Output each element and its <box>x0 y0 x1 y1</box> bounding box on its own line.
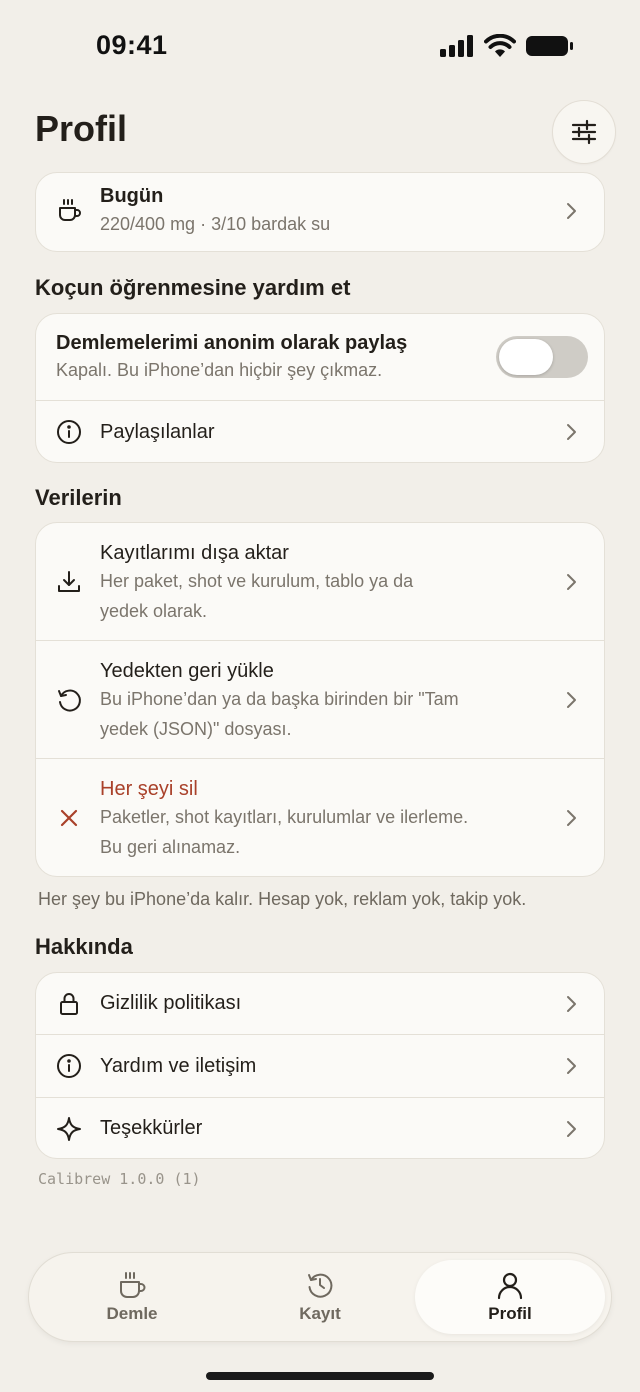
today-row[interactable]: Bugün 220/400 mg · 3/10 bardak su <box>36 173 604 251</box>
shared-items-label: Paylaşılanlar <box>100 421 215 443</box>
delete-all-title: Her şeyi sil <box>100 778 198 800</box>
person-icon <box>497 1272 523 1300</box>
tab-kayit[interactable]: Kayıt <box>247 1253 393 1341</box>
about-card: Gizlilik politikası Yardım ve iletişim T… <box>35 972 605 1159</box>
toggle-knob <box>499 339 553 375</box>
lock-icon <box>56 991 82 1017</box>
info-icon <box>56 1053 82 1079</box>
chevron-right-icon <box>567 424 576 440</box>
download-icon <box>56 569 82 595</box>
share-toggle-title: Demlemelerimi anonim olarak paylaş <box>56 332 408 354</box>
about-item-help[interactable]: Yardım ve iletişim <box>36 1035 604 1098</box>
sliders-icon <box>571 119 597 145</box>
tab-profil[interactable]: Profil <box>435 1253 585 1341</box>
cup-icon <box>120 1272 146 1298</box>
chevron-right-icon <box>567 1058 576 1074</box>
section-header-data: Verilerin <box>35 485 122 510</box>
delete-all-subtitle-line2: Bu geri alınamaz. <box>100 837 241 857</box>
cellular-signal-icon <box>440 35 473 57</box>
about-item-privacy[interactable]: Gizlilik politikası <box>36 973 604 1035</box>
export-subtitle-line2: yedek olarak. <box>100 601 208 621</box>
shared-items-row[interactable]: Paylaşılanlar <box>36 401 604 462</box>
share-toggle-row[interactable]: Demlemelerimi anonim olarak paylaş Kapal… <box>36 314 604 401</box>
today-card[interactable]: Bugün 220/400 mg · 3/10 bardak su <box>35 172 605 252</box>
status-bar: 09:41 <box>0 0 640 96</box>
home-indicator <box>206 1372 434 1380</box>
about-item-thanks[interactable]: Teşekkürler <box>36 1098 604 1158</box>
export-title: Kayıtlarımı dışa aktar <box>100 542 289 564</box>
export-row[interactable]: Kayıtlarımı dışa aktar Her paket, shot v… <box>36 523 604 641</box>
restore-row[interactable]: Yedekten geri yükle Bu iPhone’dan ya da … <box>36 641 604 759</box>
section-header-coach: Koçun öğrenmesine yardım et <box>35 275 351 300</box>
cup-icon <box>56 197 82 223</box>
restore-title: Yedekten geri yükle <box>100 660 274 682</box>
chevron-right-icon <box>567 1121 576 1137</box>
page-title: Profil <box>35 108 128 149</box>
history-icon <box>308 1273 333 1298</box>
wifi-icon <box>484 34 516 57</box>
restore-subtitle-line2: yedek (JSON)" dosyası. <box>100 719 292 739</box>
chevron-right-icon <box>567 810 576 826</box>
about-item-label: Teşekkürler <box>100 1117 203 1139</box>
tab-demle[interactable]: Demle <box>59 1253 205 1341</box>
battery-icon <box>526 36 573 56</box>
about-item-label: Yardım ve iletişim <box>100 1055 257 1077</box>
chevron-right-icon <box>567 203 576 219</box>
sparkle-icon <box>56 1116 82 1142</box>
status-time: 09:41 <box>96 30 168 60</box>
today-title: Bugün <box>100 185 164 207</box>
tab-label: Demle <box>106 1304 158 1323</box>
coach-card: Demlemelerimi anonim olarak paylaş Kapal… <box>35 313 605 463</box>
delete-all-row[interactable]: Her şeyi sil Paketler, shot kayıtları, k… <box>36 759 604 876</box>
export-subtitle-line1: Her paket, shot ve kurulum, tablo ya da <box>100 571 414 591</box>
data-card: Kayıtlarımı dışa aktar Her paket, shot v… <box>35 522 605 877</box>
privacy-footnote: Her şey bu iPhone’da kalır. Hesap yok, r… <box>38 889 527 909</box>
chevron-right-icon <box>567 996 576 1012</box>
tab-bar: Demle Kayıt Profil <box>28 1252 612 1342</box>
status-icons <box>440 34 574 58</box>
about-item-label: Gizlilik politikası <box>100 992 242 1014</box>
delete-all-subtitle-line1: Paketler, shot kayıtları, kurulumlar ve … <box>100 807 469 827</box>
tab-label: Kayıt <box>299 1304 341 1323</box>
chevron-right-icon <box>567 574 576 590</box>
restore-subtitle-line1: Bu iPhone’dan ya da başka birinden bir "… <box>100 689 459 709</box>
restore-icon <box>56 687 82 713</box>
today-subtitle: 220/400 mg · 3/10 bardak su <box>100 214 331 234</box>
close-icon <box>56 805 82 831</box>
chevron-right-icon <box>567 692 576 708</box>
tab-label: Profil <box>488 1304 532 1323</box>
share-toggle[interactable] <box>496 336 588 378</box>
settings-button[interactable] <box>552 100 616 164</box>
app-version: Calibrew 1.0.0 (1) <box>38 1170 201 1188</box>
section-header-about: Hakkında <box>35 934 133 959</box>
info-icon <box>56 419 82 445</box>
share-toggle-subtitle: Kapalı. Bu iPhone’dan hiçbir şey çıkmaz. <box>56 360 383 380</box>
